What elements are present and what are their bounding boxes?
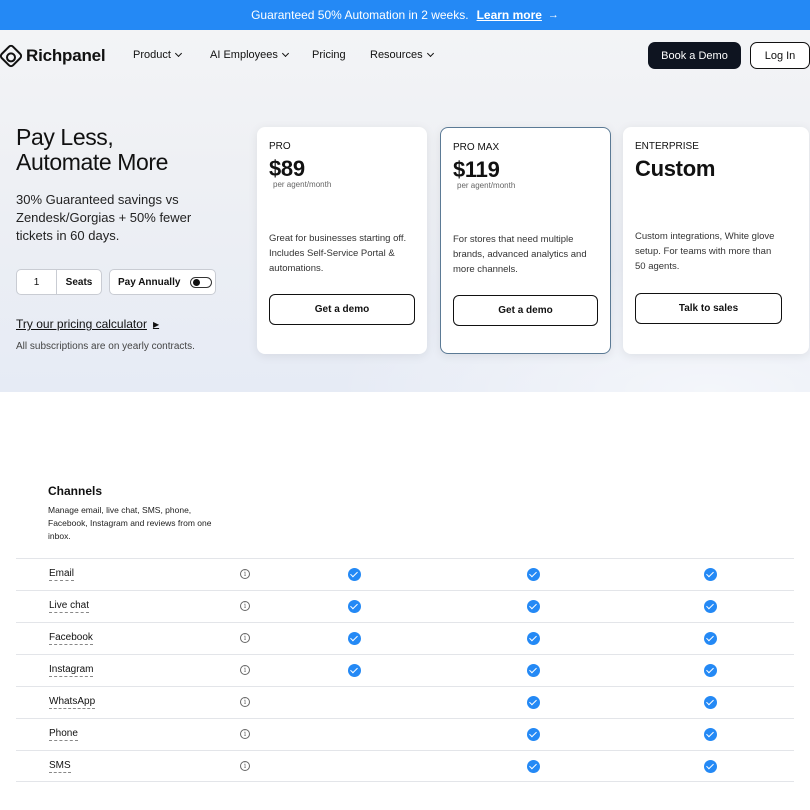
pricing-calculator-label: Try our pricing calculator [16,317,147,331]
hero-title: Pay Less, Automate More [16,125,246,175]
info-icon[interactable]: i [240,633,250,643]
announcement-banner: Guaranteed 50% Automation in 2 weeks. Le… [0,0,810,30]
check-icon [348,568,361,581]
plan-description: For stores that need multiple brands, ad… [453,234,587,275]
check-icon [527,760,540,773]
plan-period: per agent/month [457,181,516,190]
feature-whatsapp[interactable]: WhatsApp [49,696,96,709]
check-icon [704,632,717,645]
chevron-down-icon [174,49,182,58]
plan-price: Custom [635,156,716,181]
contracts-note: All subscriptions are on yearly contract… [16,341,195,352]
banner-text: Guaranteed 50% Automation in 2 weeks. [251,8,469,22]
feature-facebook[interactable]: Facebook [49,632,93,645]
info-icon[interactable]: i [240,601,250,611]
channels-description: Manage email, live chat, SMS, phone, Fac… [48,505,212,541]
info-icon[interactable]: i [240,665,250,675]
arrow-right-icon: → [547,9,559,21]
check-icon [704,664,717,677]
feature-live-chat[interactable]: Live chat [49,600,90,613]
seats-input-group: 1 Seats [16,269,102,295]
check-icon [527,632,540,645]
nav-pricing-label: Pricing [312,49,346,61]
plan-price: $89 [269,156,305,181]
login-button[interactable]: Log In [750,42,810,69]
hero-title-line1: Pay Less, [16,124,114,150]
check-icon [704,600,717,613]
plan-price: $119 [453,157,500,182]
check-icon [527,728,540,741]
richpanel-logo-icon [0,43,24,69]
table-row: Phone i [16,718,794,750]
table-row: Facebook i [16,622,794,654]
nav-resources[interactable]: Resources [370,49,434,61]
check-icon [527,696,540,709]
learn-more-link[interactable]: Learn more [477,8,542,22]
pricing-calculator-link[interactable]: Try our pricing calculator ▶ [16,317,159,331]
book-demo-button[interactable]: Book a Demo [648,42,741,69]
seats-input[interactable]: 1 [17,270,57,294]
brand-name: Richpanel [26,46,106,65]
table-row: Instagram i [16,654,794,686]
check-icon [527,600,540,613]
info-icon[interactable]: i [240,697,250,707]
channels-table: Email i Live chat i Facebook i Instagram… [16,558,794,782]
table-row: Email i [16,558,794,590]
get-demo-button[interactable]: Get a demo [269,294,415,325]
pay-annually-label: Pay Annually [118,276,181,288]
nav-pricing[interactable]: Pricing [312,49,346,61]
check-icon [704,696,717,709]
brand-logo[interactable]: Richpanel [0,43,106,69]
feature-phone[interactable]: Phone [49,728,78,741]
plan-card-pro-max: PRO MAX $119 per agent/month For stores … [440,127,611,354]
check-icon [348,664,361,677]
info-icon[interactable]: i [240,761,250,771]
check-icon [348,632,361,645]
check-icon [704,760,717,773]
plan-name: PRO [269,141,291,152]
plan-name: ENTERPRISE [635,141,699,152]
pay-annually-toggle[interactable]: Pay Annually [109,269,216,295]
toggle-switch-icon[interactable] [190,276,213,288]
plan-period: per agent/month [273,180,332,189]
check-icon [704,568,717,581]
nav-product-label: Product [133,49,171,61]
hero-subtitle: 30% Guaranteed savings vs Zendesk/Gorgia… [16,192,192,243]
nav-ai-employees-label: AI Employees [210,49,278,61]
check-icon [348,600,361,613]
hero-title-line2: Automate More [16,149,169,175]
talk-to-sales-button[interactable]: Talk to sales [635,293,782,324]
channels-title: Channels [48,484,103,498]
table-row: Live chat i [16,590,794,622]
plan-description: Custom integrations, White glove setup. … [635,231,775,272]
plan-card-pro: PRO $89 per agent/month Great for busine… [257,127,427,354]
plan-card-enterprise: ENTERPRISE Custom Custom integrations, W… [623,127,809,354]
plan-description: Great for businesses starting off. Inclu… [269,233,407,274]
check-icon [704,728,717,741]
chevron-down-icon [281,49,289,58]
nav-resources-label: Resources [370,49,423,61]
check-icon [527,664,540,677]
nav-product[interactable]: Product [133,49,182,61]
play-triangle-icon: ▶ [152,319,160,329]
seats-label: Seats [65,276,93,288]
feature-sms[interactable]: SMS [49,760,71,773]
get-demo-button[interactable]: Get a demo [453,295,598,326]
table-row: SMS i [16,750,794,782]
info-icon[interactable]: i [240,569,250,579]
plan-name: PRO MAX [453,142,500,153]
feature-email[interactable]: Email [49,568,75,581]
table-row: WhatsApp i [16,686,794,718]
info-icon[interactable]: i [240,729,250,739]
feature-instagram[interactable]: Instagram [49,664,94,677]
nav-ai-employees[interactable]: AI Employees [210,49,289,61]
check-icon [527,568,540,581]
chevron-down-icon [426,49,434,58]
